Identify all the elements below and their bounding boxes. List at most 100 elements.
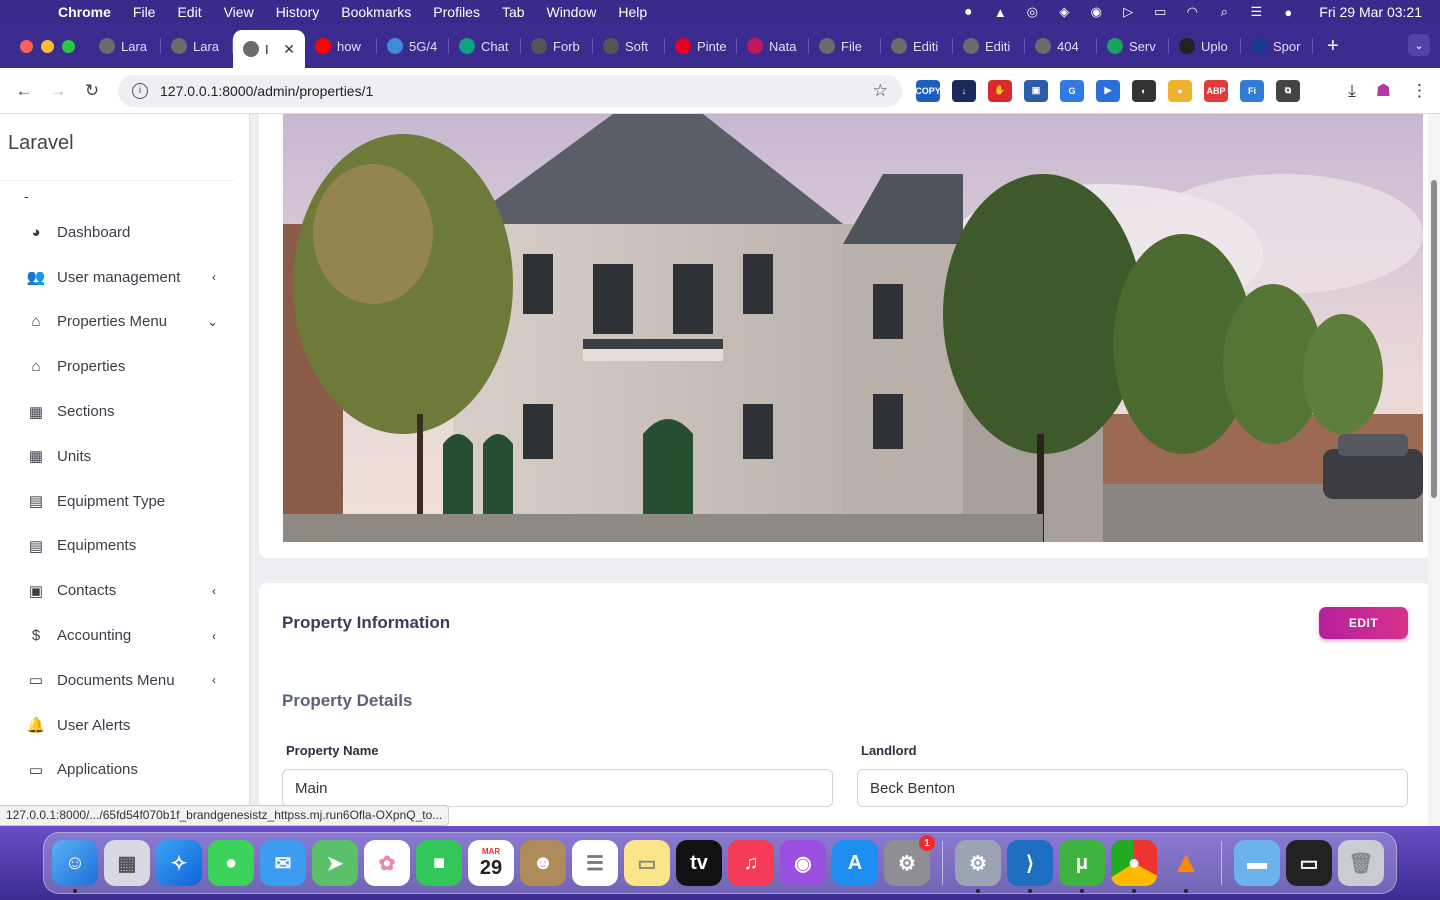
- menu-profiles[interactable]: Profiles: [433, 4, 480, 20]
- sidebar-item-dashboard[interactable]: ◕ Dashboard: [0, 210, 249, 255]
- profile-icon[interactable]: ☗: [1376, 81, 1391, 101]
- finder-icon[interactable]: ☺: [52, 840, 98, 893]
- puzzle-extension-icon[interactable]: ⧉: [1276, 79, 1300, 102]
- sidebar-item-equipment-type[interactable]: ▤ Equipment Type: [0, 479, 249, 524]
- safari-icon[interactable]: ✧: [156, 840, 202, 886]
- reminders-icon[interactable]: ☰: [572, 840, 618, 886]
- downloader-extension-icon[interactable]: ↓: [952, 79, 976, 102]
- vlc-icon[interactable]: ▲: [1163, 840, 1209, 893]
- chevron-left-icon[interactable]: ‹: [212, 673, 216, 687]
- menu-help[interactable]: Help: [618, 4, 647, 20]
- browser-tab[interactable]: Lara: [161, 30, 233, 62]
- flame-extension-icon[interactable]: ◐: [1132, 79, 1156, 102]
- browser-tab[interactable]: 5G/4: [377, 30, 449, 62]
- sidebar-item-properties-menu[interactable]: ⌂ Properties Menu ⌄: [0, 300, 249, 345]
- search-icon[interactable]: ⌕: [1215, 4, 1233, 19]
- calendar-icon[interactable]: MAR 29: [468, 840, 514, 886]
- new-tab-icon[interactable]: +: [1327, 35, 1339, 58]
- cookie-extension-icon[interactable]: ●: [1168, 79, 1192, 102]
- podcasts-icon[interactable]: ◉: [780, 840, 826, 886]
- browser-tab[interactable]: Editi: [953, 30, 1025, 62]
- page-scrollbar[interactable]: [1428, 114, 1440, 826]
- adblock-extension-icon[interactable]: ABP: [1204, 79, 1228, 102]
- sidebar-item-properties[interactable]: ⌂ Properties: [0, 344, 249, 389]
- sidebar-item-applications[interactable]: ▭ Applications: [0, 748, 249, 793]
- forward-icon[interactable]: →: [48, 81, 68, 101]
- browser-tab[interactable]: Editi: [881, 30, 953, 62]
- site-info-icon[interactable]: i: [132, 82, 148, 99]
- downloads-folder-icon[interactable]: ▬: [1234, 840, 1280, 886]
- vlc-status-icon[interactable]: ▲: [991, 5, 1009, 20]
- close-window-button[interactable]: [20, 39, 33, 53]
- browser-tab[interactable]: Forb: [521, 30, 593, 62]
- trash-icon[interactable]: 🗑: [1338, 840, 1384, 886]
- apple-tv-icon[interactable]: tv: [676, 840, 722, 886]
- sidebar-item-equipments[interactable]: ▤ Equipments: [0, 524, 249, 569]
- zoom-window-button[interactable]: [62, 39, 75, 53]
- browser-tab[interactable]: how: [305, 30, 377, 62]
- messages-icon[interactable]: ●: [208, 840, 254, 886]
- vscode-icon[interactable]: ⟩: [1007, 840, 1053, 893]
- maps-icon[interactable]: ➤: [312, 840, 358, 886]
- browser-tab[interactable]: Uplo: [1169, 30, 1241, 62]
- shield-status-icon[interactable]: ◈: [1055, 4, 1073, 19]
- window-preview-icon[interactable]: ▭: [1286, 840, 1332, 886]
- menu-clock[interactable]: Fri 29 Mar 03:21: [1319, 4, 1422, 20]
- reload-icon[interactable]: ↻: [82, 81, 102, 101]
- chevron-left-icon[interactable]: ‹: [212, 270, 216, 284]
- chevron-down-icon[interactable]: ⌄: [207, 314, 218, 330]
- sidebar-item-documents-menu[interactable]: ▭ Documents Menu ‹: [0, 658, 249, 703]
- launchpad-icon[interactable]: ▦: [104, 840, 150, 886]
- bookmark-star-icon[interactable]: ☆: [873, 81, 888, 101]
- sidebar-item-units[interactable]: ▦ Units: [0, 434, 249, 479]
- chevron-left-icon[interactable]: ‹: [212, 584, 216, 598]
- browser-tab[interactable]: I ✕: [233, 30, 305, 68]
- menu-window[interactable]: Window: [547, 4, 597, 20]
- browser-tab[interactable]: Lara: [89, 30, 161, 62]
- user-status-icon[interactable]: ◉: [1087, 4, 1105, 19]
- sidebar-item-accounting[interactable]: $ Accounting ‹: [0, 613, 249, 658]
- property-name-field[interactable]: Main: [282, 769, 833, 807]
- stop-extension-icon[interactable]: ✋: [988, 79, 1012, 102]
- menu-history[interactable]: History: [276, 4, 320, 20]
- menu-app-chrome[interactable]: Chrome: [58, 4, 111, 20]
- scrollbar-thumb[interactable]: [1431, 180, 1437, 498]
- browser-tab[interactable]: Spor: [1241, 30, 1313, 62]
- sidebar-item-user-management[interactable]: 👥 User management ‹: [0, 255, 249, 300]
- system-settings-icon[interactable]: ⚙ 1: [884, 835, 935, 886]
- font-extension-icon[interactable]: Fi: [1240, 79, 1264, 102]
- browser-tab[interactable]: Serv: [1097, 30, 1169, 62]
- browser-tab[interactable]: File: [809, 30, 881, 62]
- record-icon[interactable]: ⏺: [959, 4, 977, 19]
- facetime-icon[interactable]: ■: [416, 840, 462, 886]
- music-icon[interactable]: ♫: [728, 840, 774, 886]
- vpn-icon[interactable]: ◎: [1023, 4, 1041, 19]
- control-center-icon[interactable]: ☰: [1247, 4, 1265, 19]
- more-menu-icon[interactable]: ⋮: [1411, 81, 1428, 101]
- menu-file[interactable]: File: [133, 4, 156, 20]
- sidebar-item-sections[interactable]: ▦ Sections: [0, 389, 249, 434]
- contacts-app-icon[interactable]: ☻: [520, 840, 566, 886]
- play-status-icon[interactable]: ▷: [1119, 4, 1137, 19]
- menu-tab[interactable]: Tab: [502, 4, 525, 20]
- download-icon[interactable]: ⤓: [1348, 81, 1356, 101]
- wifi-icon[interactable]: ◠: [1183, 4, 1201, 19]
- save-extension-icon[interactable]: ▣: [1024, 79, 1048, 102]
- minimize-window-button[interactable]: [41, 39, 54, 53]
- preferences-icon[interactable]: ⚙: [955, 840, 1001, 893]
- tab-search-icon[interactable]: ⌄: [1408, 34, 1430, 56]
- copy-extension-icon[interactable]: COPY: [915, 79, 941, 102]
- back-icon[interactable]: ←: [14, 81, 34, 101]
- menu-view[interactable]: View: [224, 4, 254, 20]
- address-bar[interactable]: i 127.0.0.1:8000/admin/properties/1 ☆: [118, 74, 902, 107]
- edit-button[interactable]: EDIT: [1319, 607, 1408, 639]
- photos-icon[interactable]: ✿: [364, 840, 410, 886]
- close-tab-icon[interactable]: ✕: [283, 41, 295, 58]
- mail-icon[interactable]: ✉: [260, 840, 306, 886]
- brand-logo[interactable]: Laravel: [8, 132, 74, 155]
- menu-bookmarks[interactable]: Bookmarks: [341, 4, 411, 20]
- chevron-left-icon[interactable]: ‹: [212, 629, 216, 643]
- app-store-icon[interactable]: A: [832, 840, 878, 886]
- siri-icon[interactable]: ●: [1279, 5, 1297, 20]
- browser-tab[interactable]: Chat: [449, 30, 521, 62]
